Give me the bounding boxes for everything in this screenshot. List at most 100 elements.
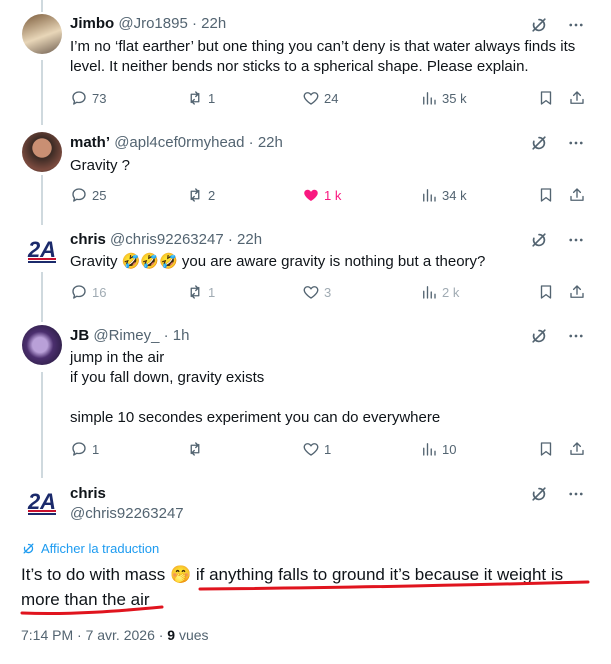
text-segment: you are aware gravity is nothing but a t… <box>177 253 486 270</box>
repost-icon <box>186 440 204 458</box>
translate-icon <box>21 541 36 556</box>
more-icon[interactable] <box>567 16 585 34</box>
share-icon <box>568 89 586 107</box>
author-handle[interactable]: @apl4cef0rmyhead <box>114 134 244 151</box>
translate-link[interactable]: Afficher la traduction <box>21 541 159 556</box>
reply-button[interactable]: 73 <box>70 89 106 107</box>
tweet-time[interactable]: · 22h <box>192 15 226 32</box>
views-button[interactable]: 10 <box>420 440 456 458</box>
author-name[interactable]: chris <box>70 231 106 248</box>
views-label: vues <box>175 627 209 643</box>
reply-icon <box>70 186 88 204</box>
like-count: 1 <box>324 441 332 457</box>
avatar[interactable]: 2A <box>22 230 62 270</box>
share-button[interactable] <box>568 89 586 107</box>
tweet[interactable]: math’ @apl4cef0rmyhead · 22h Gravity ? 2… <box>0 120 611 220</box>
views-count: 2 k <box>442 284 460 300</box>
tweet-time[interactable]: · 22h <box>249 134 283 151</box>
tweet-time[interactable]: · 22h <box>228 231 262 248</box>
repost-button[interactable]: 1 <box>186 89 215 107</box>
more-icon[interactable] <box>567 485 585 503</box>
tweet-top-icons <box>529 484 585 504</box>
grok-icon[interactable] <box>529 133 549 153</box>
text-segment: Gravity <box>70 253 122 270</box>
more-icon[interactable] <box>567 231 585 249</box>
tweet-meta: 7:14 PM · 7 avr. 2026 · 9 vues <box>21 627 209 643</box>
tweet-header: JB @Rimey_ · 1h <box>70 327 189 344</box>
more-icon[interactable] <box>567 134 585 152</box>
avatar[interactable] <box>22 14 62 54</box>
views-count: 35 k <box>442 90 467 106</box>
reply-count: 73 <box>92 90 107 106</box>
bookmark-button[interactable] <box>537 89 555 107</box>
repost-icon <box>186 186 204 204</box>
tweet[interactable]: JB @Rimey_ · 1h jump in the air if you f… <box>0 320 611 470</box>
reply-icon <box>70 440 88 458</box>
text-line: if you fall down, gravity exists <box>70 369 265 386</box>
like-button[interactable]: 1 <box>302 440 331 458</box>
tweet-timestamp[interactable]: 7:14 PM · 7 avr. 2026 · <box>21 627 167 643</box>
action-bar: 1 1 10 <box>70 440 590 460</box>
views-icon <box>420 440 438 458</box>
grok-icon[interactable] <box>529 326 549 346</box>
bookmark-button[interactable] <box>537 283 555 301</box>
tweet-text: Gravity 🤣🤣🤣 you are aware gravity is not… <box>70 252 585 272</box>
tweet-header: Jimbo @Jro1895 · 22h <box>70 15 226 32</box>
reply-button[interactable]: 25 <box>70 186 106 204</box>
tweet[interactable]: Jimbo @Jro1895 · 22h I’m no ‘flat earthe… <box>0 0 611 120</box>
avatar[interactable]: 2A <box>22 482 62 522</box>
action-bar: 73 1 24 35 k <box>70 89 590 109</box>
views-button[interactable]: 2 k <box>420 283 459 301</box>
like-button[interactable]: 3 <box>302 283 331 301</box>
bookmark-button[interactable] <box>537 186 555 204</box>
like-button[interactable]: 24 <box>302 89 338 107</box>
grok-icon[interactable] <box>529 230 549 250</box>
views-button[interactable]: 34 k <box>420 186 467 204</box>
red-underline-annotation <box>20 580 590 616</box>
tweet-text: I’m no ‘flat earther’ but one thing you … <box>70 38 576 75</box>
like-icon <box>302 283 320 301</box>
tweet-top-icons <box>529 133 585 153</box>
share-icon <box>568 440 586 458</box>
repost-button[interactable]: 1 <box>186 283 215 301</box>
share-button[interactable] <box>568 186 586 204</box>
avatar[interactable] <box>22 325 62 365</box>
author-name[interactable]: math’ <box>70 134 110 151</box>
repost-button[interactable] <box>186 440 208 458</box>
share-button[interactable] <box>568 440 586 458</box>
like-icon <box>302 89 320 107</box>
avatar[interactable] <box>22 132 62 172</box>
repost-icon <box>186 283 204 301</box>
views-button[interactable]: 35 k <box>420 89 467 107</box>
repost-count: 1 <box>208 284 216 300</box>
author-handle[interactable]: @chris92263247 <box>110 231 224 248</box>
tweet-header: math’ @apl4cef0rmyhead · 22h <box>70 134 283 151</box>
2a-logo-icon: 2A <box>27 237 56 263</box>
repost-button[interactable]: 2 <box>186 186 215 204</box>
author-handle[interactable]: @Jro1895 <box>118 15 187 32</box>
tweet-top-icons <box>529 15 585 35</box>
author-handle[interactable]: @Rimey_ <box>93 327 159 344</box>
author-name[interactable]: chris <box>70 485 106 502</box>
like-count: 24 <box>324 90 339 106</box>
tweet-top-icons <box>529 230 585 250</box>
bookmark-button[interactable] <box>537 440 555 458</box>
more-icon[interactable] <box>567 327 585 345</box>
reply-count: 16 <box>92 284 107 300</box>
tweet[interactable]: 2A chris @chris92263247 · 22h Gravity 🤣🤣… <box>0 220 611 320</box>
text-line <box>70 388 585 408</box>
grok-icon[interactable] <box>529 484 549 504</box>
author-handle[interactable]: @chris92263247 <box>70 505 184 522</box>
author-name[interactable]: Jimbo <box>70 15 114 32</box>
like-filled-icon <box>302 186 320 204</box>
tweet-time[interactable]: · 1h <box>164 327 190 344</box>
text-line: simple 10 secondes experiment you can do… <box>70 409 441 426</box>
share-icon <box>568 186 586 204</box>
reply-button[interactable]: 1 <box>70 440 99 458</box>
share-button[interactable] <box>568 283 586 301</box>
author-name[interactable]: JB <box>70 327 89 344</box>
reply-button[interactable]: 16 <box>70 283 106 301</box>
like-button[interactable]: 1 k <box>302 186 341 204</box>
grok-icon[interactable] <box>529 15 549 35</box>
tweet-header: chris @chris92263247 · 22h <box>70 231 262 248</box>
